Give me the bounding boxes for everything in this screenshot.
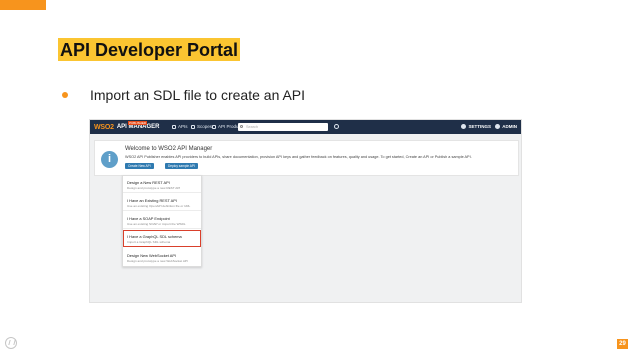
nav-scopes-label: Scopes xyxy=(197,124,213,129)
user-label: ADMIN xyxy=(502,124,517,129)
menu-item-websocket-api[interactable]: Design New WebSocket API Design and prot… xyxy=(123,249,201,266)
footer-logo-icon xyxy=(5,337,17,349)
menu-item-title: I Have a SOAP Endpoint xyxy=(127,216,170,221)
nav-apis-label: APIs xyxy=(178,124,188,129)
settings-label: SETTINGS xyxy=(468,124,491,129)
info-icon: i xyxy=(101,151,118,168)
menu-item-title: Design New WebSocket API xyxy=(127,253,177,258)
nav-apis[interactable]: APIs xyxy=(172,124,188,129)
menu-item-desc: Design and prototype a new WebSocket API xyxy=(127,258,188,263)
user-menu[interactable]: ADMIN xyxy=(495,124,517,129)
bullet-text: Import an SDL file to create an API xyxy=(90,87,306,103)
bullet-dot xyxy=(62,92,68,98)
search-placeholder: Search xyxy=(246,125,259,129)
search-input[interactable]: Search xyxy=(238,123,328,131)
menu-item-title: I Have an Existing REST API xyxy=(127,198,177,203)
slide-title: API Developer Portal xyxy=(58,38,241,61)
welcome-panel: i Welcome to WSO2 API Manager WSO2 API P… xyxy=(94,140,519,176)
welcome-title: Welcome to WSO2 API Manager xyxy=(125,146,213,152)
menu-item-desc: Use an existing SOAP or import the WSDL xyxy=(127,221,186,226)
create-api-button[interactable]: Create New API xyxy=(125,163,154,169)
user-icon xyxy=(495,124,501,129)
help-icon[interactable] xyxy=(334,124,339,129)
menu-item-title: Design a New REST API xyxy=(127,180,170,185)
page-number: 29 xyxy=(617,339,628,349)
welcome-description: WSO2 API Publisher enables API providers… xyxy=(125,155,472,159)
menu-item-desc: Import a GraphQL SDL schema xyxy=(127,239,171,244)
menu-item-title: I Have a GraphQL SDL schema xyxy=(127,234,182,239)
publisher-badge: PUBLISHER xyxy=(128,121,148,125)
nav-scopes[interactable]: Scopes xyxy=(191,124,212,129)
menu-item-graphql-sdl[interactable]: I Have a GraphQL SDL schema Import a Gra… xyxy=(123,230,201,247)
app-header: WSO2 API MANAGER PUBLISHER APIs Scopes A… xyxy=(90,120,521,134)
slide-top-accent xyxy=(0,0,46,10)
menu-item-existing-rest-api[interactable]: I Have an Existing REST API Use an exist… xyxy=(123,194,201,211)
gear-icon xyxy=(461,124,467,129)
scopes-icon xyxy=(191,124,195,129)
menu-item-design-rest-api[interactable]: Design a New REST API Design and prototy… xyxy=(123,176,201,193)
menu-item-desc: Use an existing OpenAPI definition file … xyxy=(127,203,191,208)
menu-item-desc: Design and prototype a new REST API xyxy=(127,185,181,190)
deploy-sample-api-button[interactable]: Deploy sample API xyxy=(165,163,198,169)
app-logo[interactable]: WSO2 API MANAGER xyxy=(94,123,160,131)
search-icon xyxy=(240,125,243,128)
api-manager-screenshot: WSO2 API MANAGER PUBLISHER APIs Scopes A… xyxy=(89,119,522,303)
create-api-menu: Design a New REST API Design and prototy… xyxy=(122,175,202,267)
products-icon xyxy=(212,124,216,129)
api-icon xyxy=(172,124,176,129)
logo-brand: WSO2 xyxy=(94,123,114,131)
settings-button[interactable]: SETTINGS xyxy=(461,124,491,129)
menu-item-soap-endpoint[interactable]: I Have a SOAP Endpoint Use an existing S… xyxy=(123,212,201,229)
